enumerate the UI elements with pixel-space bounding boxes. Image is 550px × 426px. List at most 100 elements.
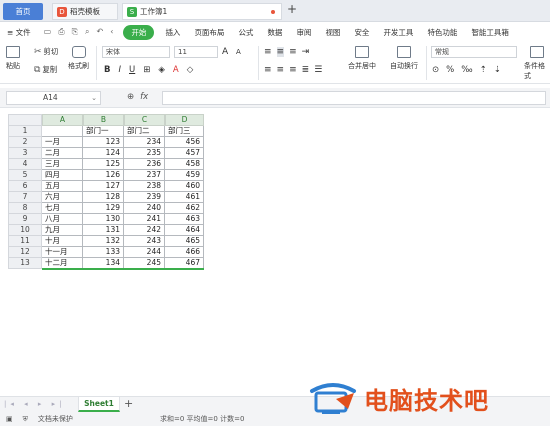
table-cell[interactable]: 126 [83,170,124,181]
table-cell[interactable]: 234 [124,137,165,148]
row-header[interactable]: 7 [8,192,42,203]
prev-sheet-icon[interactable]: ◂ [24,400,32,408]
font-grow-button[interactable]: A [222,47,228,57]
clear-format-icon[interactable]: ◇ [187,65,194,75]
row-header[interactable]: 8 [8,203,42,214]
table-cell[interactable]: 部门三 [165,126,204,137]
select-all-corner[interactable] [8,114,42,126]
table-cell[interactable]: 243 [124,236,165,247]
tab-home[interactable]: 首页 [3,3,43,20]
decrease-decimal-icon[interactable]: ⇣ [494,65,501,75]
align-right-icon[interactable]: ≡ [289,65,297,75]
row-header[interactable]: 4 [8,159,42,170]
font-name-select[interactable]: 宋体 [102,46,170,58]
redo-icon[interactable]: ‹ [110,27,113,37]
table-cell[interactable]: 125 [83,159,124,170]
add-sheet-button[interactable]: + [124,397,133,410]
italic-button[interactable]: I [118,65,121,75]
table-cell[interactable]: 463 [165,214,204,225]
table-cell[interactable]: 235 [124,148,165,159]
table-cell[interactable]: 239 [124,192,165,203]
table-cell[interactable]: 456 [165,137,204,148]
table-cell[interactable]: 132 [83,236,124,247]
table-cell[interactable]: 五月 [42,181,83,192]
table-cell[interactable]: 十月 [42,236,83,247]
preview-icon[interactable]: ⌕ [85,27,89,37]
cut-button[interactable]: ✂ 剪切 [34,47,58,57]
table-cell[interactable]: 457 [165,148,204,159]
format-painter-button[interactable]: 格式刷 [68,46,89,71]
table-cell[interactable]: 三月 [42,159,83,170]
table-cell[interactable]: 九月 [42,225,83,236]
table-cell[interactable]: 129 [83,203,124,214]
undo-icon[interactable]: ↶ [97,27,104,37]
font-shrink-button[interactable]: A [236,48,241,56]
menu-formulas[interactable]: 公式 [231,27,260,38]
distribute-icon[interactable]: ☰ [314,65,322,75]
insert-function-button[interactable]: fx [140,92,148,102]
table-cell[interactable]: 242 [124,225,165,236]
table-cell[interactable]: 244 [124,247,165,258]
formula-input[interactable] [162,91,546,105]
row-header[interactable]: 3 [8,148,42,159]
underline-button[interactable]: U [129,65,135,75]
align-center-icon[interactable]: ≡ [277,65,285,75]
table-cell[interactable]: 128 [83,192,124,203]
tab-docer-templates[interactable]: D 稻壳模板 [52,3,118,20]
table-cell[interactable]: 237 [124,170,165,181]
zoom-icon[interactable]: ⊕ [127,92,134,102]
currency-icon[interactable]: ⊙ [432,65,439,75]
row-header[interactable]: 11 [8,236,42,247]
table-cell[interactable]: 二月 [42,148,83,159]
last-sheet-icon[interactable]: ▸| [52,400,66,408]
percent-button[interactable]: % [446,65,454,75]
align-top-icon[interactable]: ≡ [264,47,272,57]
menu-data[interactable]: 数据 [260,27,289,38]
row-header[interactable]: 9 [8,214,42,225]
status-icon[interactable]: ▣ [6,415,13,423]
table-cell[interactable]: 部门一 [83,126,124,137]
table-cell[interactable]: 部门二 [124,126,165,137]
increase-decimal-icon[interactable]: ⇡ [480,65,487,75]
new-tab-button[interactable]: + [287,2,297,16]
table-cell[interactable]: 七月 [42,203,83,214]
table-cell[interactable]: 133 [83,247,124,258]
column-header-d[interactable]: D [165,114,204,126]
font-color-icon[interactable]: A [173,65,179,75]
menu-review[interactable]: 审阅 [289,27,318,38]
table-cell[interactable]: 236 [124,159,165,170]
row-header[interactable]: 10 [8,225,42,236]
menu-smart-toolbox[interactable]: 智能工具箱 [464,27,516,38]
bold-button[interactable]: B [104,65,110,75]
table-cell[interactable]: 124 [83,148,124,159]
table-cell[interactable]: 465 [165,236,204,247]
table-cell[interactable]: 464 [165,225,204,236]
table-cell[interactable]: 459 [165,170,204,181]
table-cell[interactable]: 131 [83,225,124,236]
table-cell[interactable]: 458 [165,159,204,170]
table-cell[interactable]: 460 [165,181,204,192]
first-sheet-icon[interactable]: |◂ [4,400,18,408]
merge-center-button[interactable]: 合并居中 [348,46,376,71]
paste-button[interactable]: 粘贴 [6,46,20,71]
table-cell[interactable]: 八月 [42,214,83,225]
table-cell[interactable]: 六月 [42,192,83,203]
menu-view[interactable]: 视图 [318,27,347,38]
conditional-format-button[interactable]: 条件格式 [524,46,550,81]
menu-special-features[interactable]: 特色功能 [420,27,464,38]
column-header-a[interactable]: A [42,114,83,126]
table-cell[interactable]: 一月 [42,137,83,148]
table-cell[interactable]: 127 [83,181,124,192]
font-size-select[interactable]: 11 [174,46,218,58]
table-cell[interactable]: 130 [83,214,124,225]
thousands-icon[interactable]: ‰ [461,65,472,75]
menu-file[interactable]: ≡ 文件 [0,27,38,38]
column-header-b[interactable]: B [83,114,124,126]
table-cell[interactable]: 123 [83,137,124,148]
table-cell[interactable]: 238 [124,181,165,192]
table-cell[interactable]: 462 [165,203,204,214]
justify-icon[interactable]: ≣ [302,65,310,75]
table-cell[interactable] [42,126,83,137]
tab-workbook[interactable]: S 工作簿1 [122,3,282,20]
export-icon[interactable]: ⎙ [58,27,64,37]
